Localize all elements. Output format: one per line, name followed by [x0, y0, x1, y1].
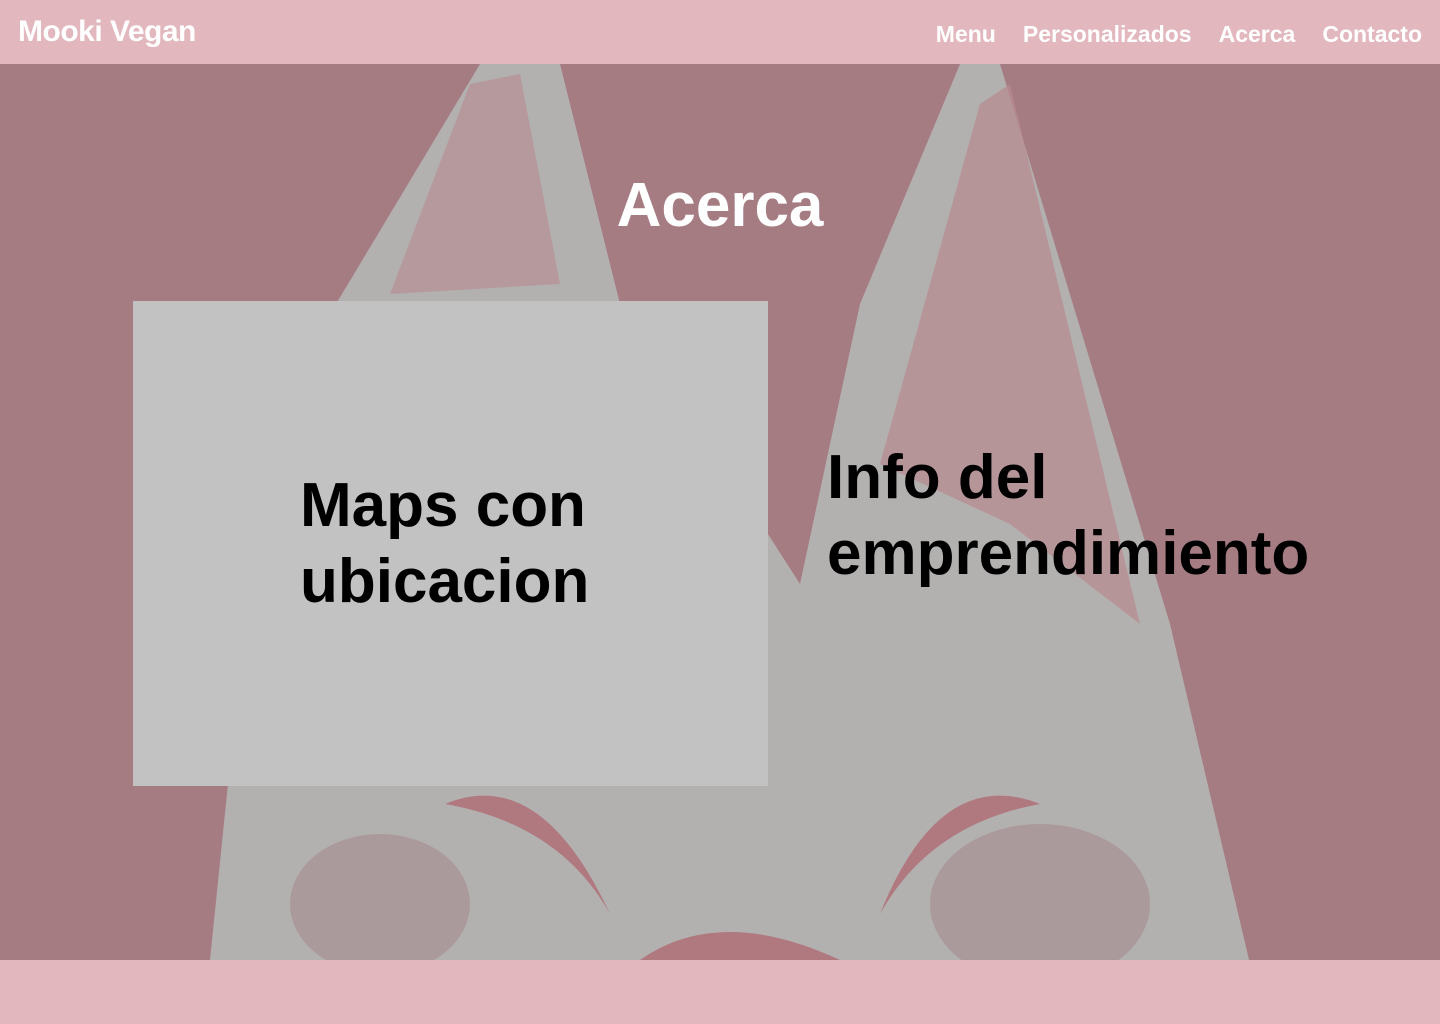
nav-contacto[interactable]: Contacto: [1322, 21, 1422, 48]
nav-personalizados[interactable]: Personalizados: [1023, 21, 1192, 48]
map-placeholder-text: Maps con ubicacion: [300, 470, 590, 616]
nav-acerca[interactable]: Acerca: [1219, 21, 1296, 48]
top-nav-bar: Mooki Vegan Menu Personalizados Acerca C…: [0, 0, 1440, 64]
nav-menu[interactable]: Menu: [936, 21, 996, 48]
page-title: Acerca: [616, 171, 824, 240]
brand-logo-link[interactable]: Mooki Vegan: [18, 15, 196, 49]
footer: [0, 960, 1440, 1024]
map-placeholder: Maps con ubicacion: [133, 301, 768, 786]
business-info-text: Info del emprendimiento: [827, 443, 1310, 588]
main-nav: Menu Personalizados Acerca Contacto: [936, 21, 1422, 48]
